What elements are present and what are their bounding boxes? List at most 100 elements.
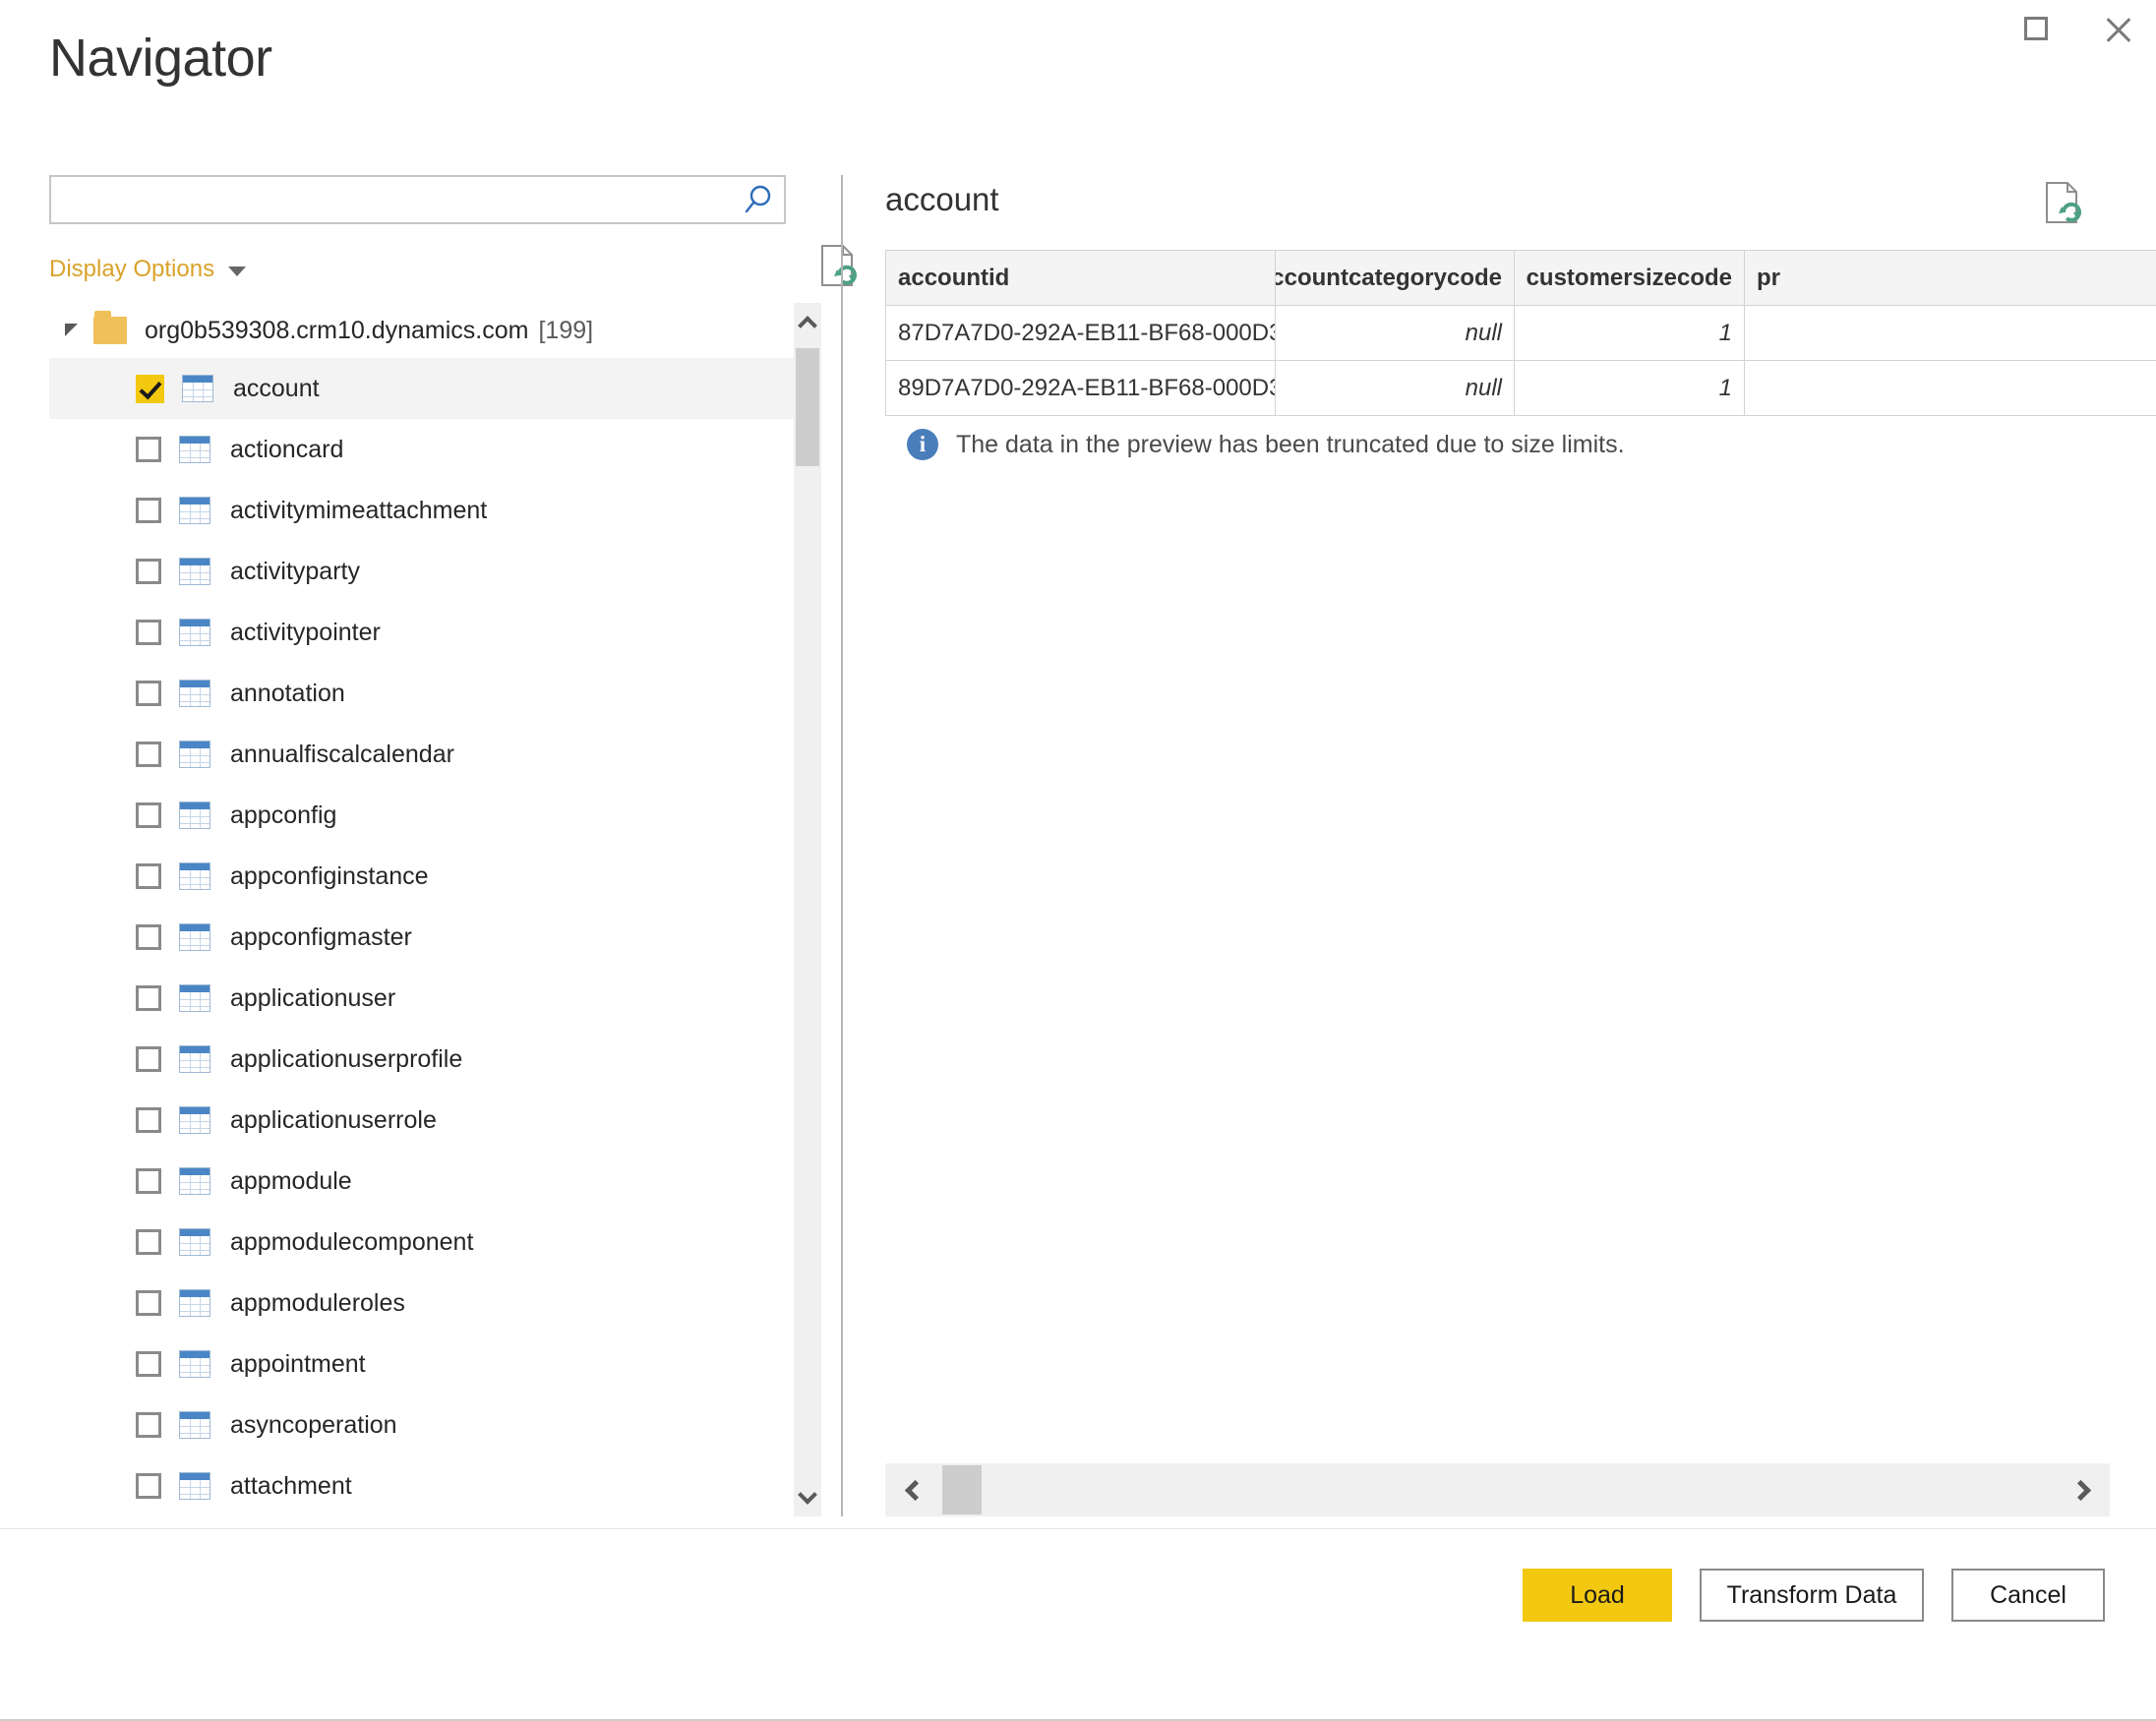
transform-data-button[interactable]: Transform Data [1700, 1569, 1924, 1622]
chevron-up-icon [798, 315, 817, 335]
scroll-right-button[interactable] [2057, 1463, 2110, 1516]
triangle-expanded-icon[interactable] [65, 323, 78, 336]
folder-icon [93, 311, 127, 344]
search-input[interactable] [51, 177, 733, 222]
tree-item[interactable]: actioncard [49, 419, 794, 480]
checkbox-unchecked[interactable] [136, 1351, 161, 1377]
tree-item[interactable]: appointment [49, 1334, 794, 1395]
refresh-preview-button-left[interactable] [816, 242, 860, 289]
tree-vertical-scrollbar[interactable] [794, 303, 821, 1516]
tree-item[interactable]: appmodulecomponent [49, 1212, 794, 1273]
checkbox-unchecked[interactable] [136, 1229, 161, 1255]
scroll-up-button[interactable] [794, 303, 821, 342]
table-cell: 87D7A7D0-292A-EB11-BF68-000D3AFC74D7 [886, 306, 1276, 361]
table-column-header[interactable]: customersizecode [1515, 251, 1745, 306]
checkbox-unchecked[interactable] [136, 1412, 161, 1438]
tree-item[interactable]: activitymimeattachment [49, 480, 794, 541]
tree-item[interactable]: appconfigmaster [49, 907, 794, 968]
checkbox-unchecked[interactable] [136, 498, 161, 523]
tree-item-label: appointment [230, 1349, 366, 1378]
maximize-button[interactable] [2016, 9, 2056, 48]
table-icon [179, 741, 210, 768]
search-icon[interactable] [733, 177, 784, 222]
table-icon [179, 558, 210, 585]
tree-item[interactable]: asyncoperation [49, 1395, 794, 1455]
tree-item[interactable]: annotation [49, 663, 794, 724]
refresh-preview-button-right[interactable] [2041, 179, 2084, 226]
table-cell [1745, 361, 2156, 416]
table-row: 89D7A7D0-292A-EB11-BF68-000D3AFC74D7null… [886, 361, 2156, 416]
cancel-button[interactable]: Cancel [1951, 1569, 2105, 1622]
table-icon [179, 862, 210, 890]
search-box[interactable] [49, 175, 786, 224]
tree-root-node[interactable]: org0b539308.crm10.dynamics.com [199] [49, 303, 794, 358]
table-icon [179, 801, 210, 829]
tree-root-count: [199] [538, 316, 594, 344]
tree-item-label: appconfigmaster [230, 922, 412, 951]
table-icon [179, 1289, 210, 1317]
left-panel: Display Options org0b539308.crm10.dynami… [49, 175, 857, 1516]
tree-item[interactable]: applicationuserrole [49, 1090, 794, 1151]
checkbox-unchecked[interactable] [136, 437, 161, 462]
table-column-header[interactable]: accountid [886, 251, 1276, 306]
entity-tree: org0b539308.crm10.dynamics.com [199] acc… [49, 303, 794, 1516]
checkbox-unchecked[interactable] [136, 559, 161, 584]
tree-item[interactable]: applicationuser [49, 968, 794, 1029]
checkbox-unchecked[interactable] [136, 1107, 161, 1133]
tree-scroll-area: org0b539308.crm10.dynamics.com [199] acc… [49, 303, 821, 1516]
table-column-header[interactable]: accountcategorycode [1276, 251, 1515, 306]
preview-horizontal-scrollbar[interactable] [885, 1463, 2110, 1516]
tree-item-label: activitymimeattachment [230, 496, 488, 524]
checkbox-unchecked[interactable] [136, 1168, 161, 1194]
table-cell: null [1276, 306, 1515, 361]
table-row: 87D7A7D0-292A-EB11-BF68-000D3AFC74D7null… [886, 306, 2156, 361]
checkbox-unchecked[interactable] [136, 863, 161, 889]
scrollbar-thumb-horizontal[interactable] [942, 1465, 982, 1514]
checkbox-unchecked[interactable] [136, 1473, 161, 1499]
load-button[interactable]: Load [1523, 1569, 1672, 1622]
tree-item[interactable]: appmoduleroles [49, 1273, 794, 1334]
table-icon [179, 436, 210, 463]
tree-item[interactable]: activityparty [49, 541, 794, 602]
table-icon [179, 619, 210, 646]
checkbox-unchecked[interactable] [136, 1290, 161, 1316]
table-icon [179, 923, 210, 951]
tree-item[interactable]: applicationuserprofile [49, 1029, 794, 1090]
checkbox-unchecked[interactable] [136, 742, 161, 767]
checkbox-unchecked[interactable] [136, 924, 161, 950]
table-icon [179, 1411, 210, 1439]
display-options-button[interactable]: Display Options [49, 256, 214, 283]
tree-item[interactable]: activitypointer [49, 602, 794, 663]
scroll-down-button[interactable] [794, 1477, 821, 1516]
checkbox-unchecked[interactable] [136, 681, 161, 706]
preview-panel: account accountid accountcategorycode cust… [885, 175, 2156, 1516]
dialog-footer: Load Transform Data Cancel [0, 1528, 2156, 1721]
scroll-left-button[interactable] [885, 1463, 938, 1516]
tree-item-label: appmodule [230, 1166, 352, 1195]
table-cell: 1 [1515, 306, 1745, 361]
tree-item[interactable]: attachment [49, 1455, 794, 1516]
checkbox-checked[interactable] [136, 374, 164, 403]
chevron-down-icon[interactable] [228, 267, 247, 276]
table-column-header[interactable]: pr [1745, 251, 2156, 306]
table-cell: 1 [1515, 361, 1745, 416]
checkbox-unchecked[interactable] [136, 802, 161, 828]
tree-item[interactable]: account [49, 358, 794, 419]
preview-table: accountid accountcategorycode customersize… [885, 250, 2156, 416]
table-icon [179, 1106, 210, 1134]
tree-item[interactable]: appconfiginstance [49, 846, 794, 907]
tree-item[interactable]: appconfig [49, 785, 794, 846]
tree-item-label: appmoduleroles [230, 1288, 405, 1317]
checkbox-unchecked[interactable] [136, 1046, 161, 1072]
tree-item-label: asyncoperation [230, 1410, 397, 1439]
scrollbar-thumb-vertical[interactable] [796, 348, 819, 466]
tree-item[interactable]: annualfiscalcalendar [49, 724, 794, 785]
tree-item[interactable]: appmodule [49, 1151, 794, 1212]
checkbox-unchecked[interactable] [136, 985, 161, 1011]
chevron-down-icon [798, 1484, 817, 1505]
table-icon [179, 680, 210, 707]
navigator-dialog: Navigator Display Options org0b539308.cr… [0, 0, 2156, 1721]
table-icon [179, 1228, 210, 1256]
close-button[interactable] [2099, 9, 2138, 48]
checkbox-unchecked[interactable] [136, 620, 161, 645]
